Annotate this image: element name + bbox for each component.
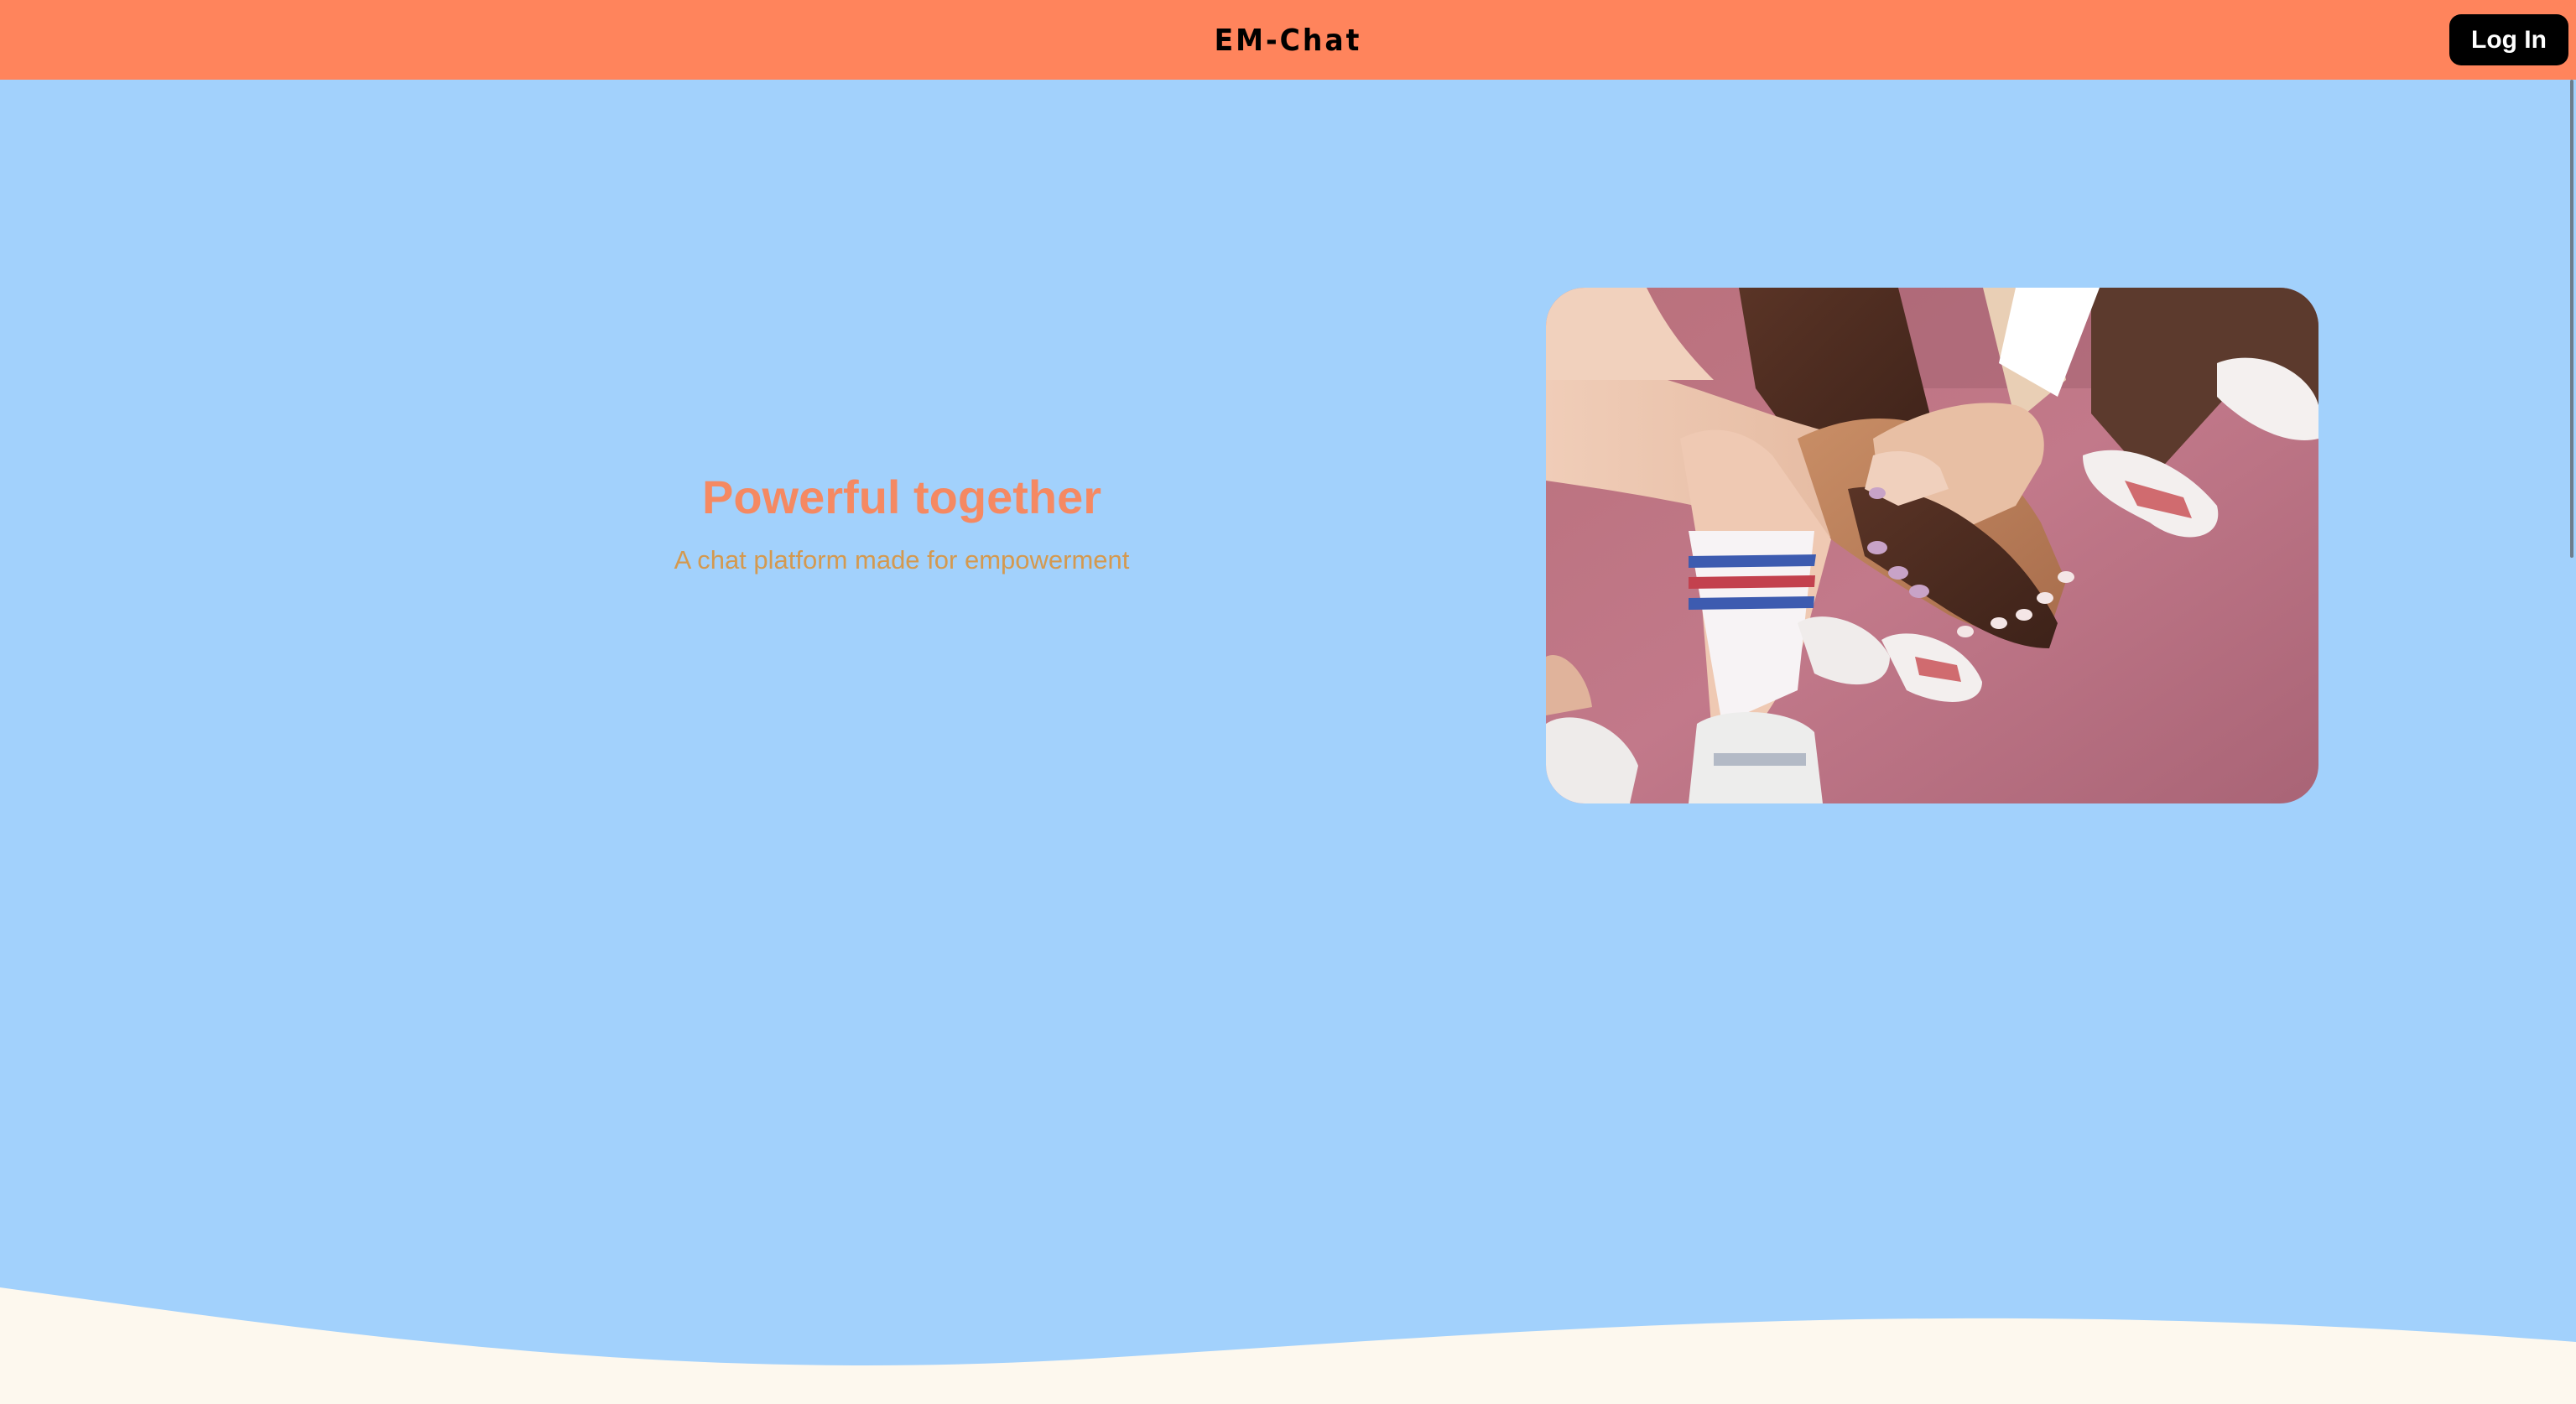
team-hands-photo-icon bbox=[1546, 288, 2318, 803]
hero-subtitle: A chat platform made for empowerment bbox=[674, 545, 1130, 575]
top-navbar: EM-Chat Log In bbox=[0, 0, 2576, 80]
brand-logo[interactable]: EM-Chat bbox=[0, 0, 2576, 83]
scrollbar-thumb[interactable] bbox=[2570, 80, 2573, 558]
page-scrollbar[interactable] bbox=[2568, 80, 2576, 1404]
hero-text: Powerful together A chat platform made f… bbox=[566, 457, 1237, 581]
login-button[interactable]: Log In bbox=[2449, 14, 2568, 65]
footer-wave bbox=[0, 1287, 2576, 1404]
hero-headline: Powerful together bbox=[701, 471, 1102, 523]
team-hands-image bbox=[1546, 288, 2318, 803]
